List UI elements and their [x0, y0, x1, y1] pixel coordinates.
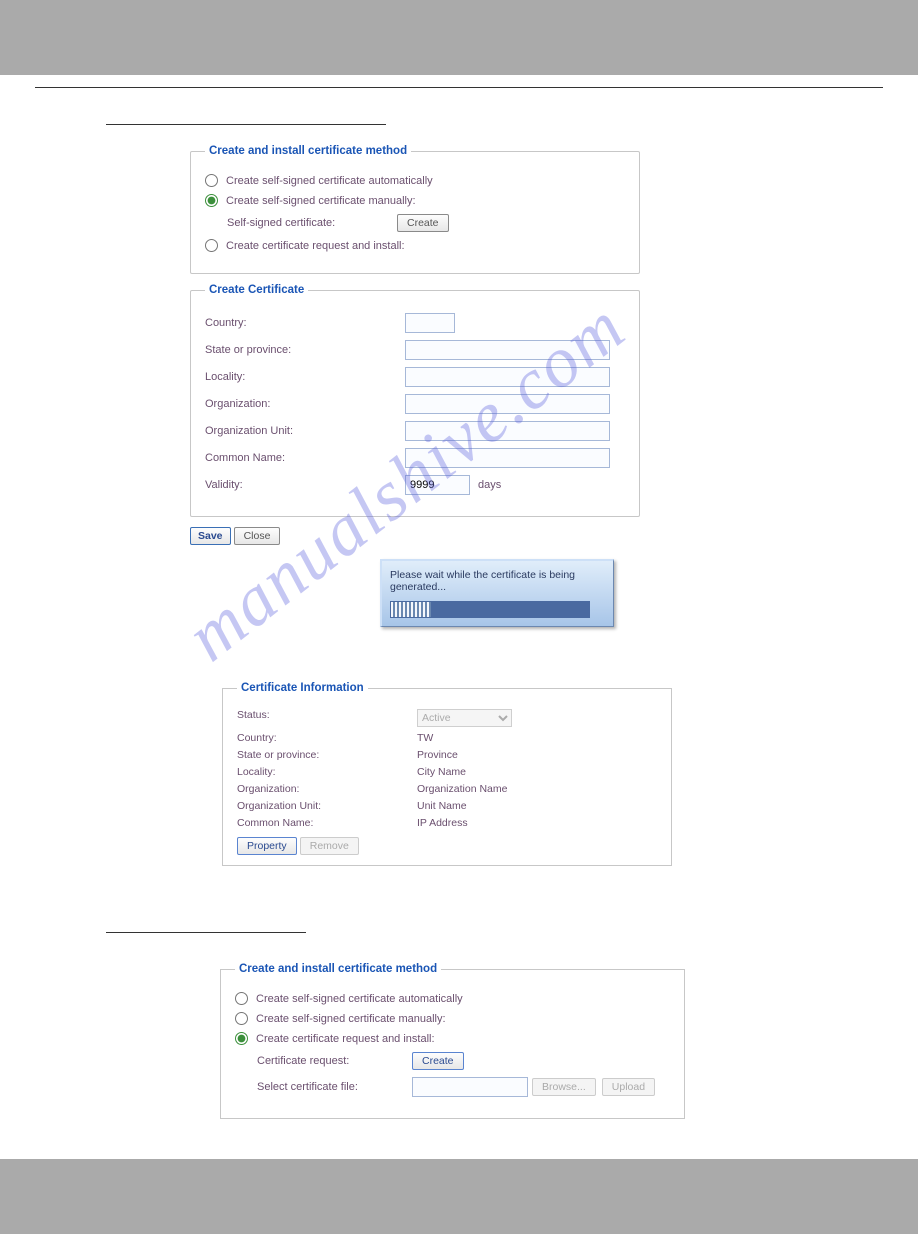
- validity-label: Validity:: [205, 479, 405, 491]
- radio-request-2-input[interactable]: [235, 1032, 248, 1045]
- radio-request-2[interactable]: Create certificate request and install:: [235, 1032, 670, 1045]
- info-org-label: Organization:: [237, 783, 417, 795]
- section-heading-underline: [106, 108, 386, 125]
- locality-label: Locality:: [205, 371, 405, 383]
- state-input[interactable]: [405, 340, 610, 360]
- remove-button: Remove: [300, 837, 359, 855]
- radio-auto[interactable]: Create self-signed certificate automatic…: [205, 174, 625, 187]
- status-label: Status:: [237, 709, 417, 727]
- country-label: Country:: [205, 317, 405, 329]
- info-country-value: TW: [417, 732, 433, 744]
- locality-input[interactable]: [405, 367, 610, 387]
- info-locality-value: City Name: [417, 766, 466, 778]
- info-orgunit-value: Unit Name: [417, 800, 467, 812]
- info-org-value: Organization Name: [417, 783, 507, 795]
- cert-request-row: Certificate request: Create: [257, 1052, 670, 1070]
- common-input[interactable]: [405, 448, 610, 468]
- radio-manual-2-input[interactable]: [235, 1012, 248, 1025]
- close-button[interactable]: Close: [234, 527, 281, 545]
- info-state-value: Province: [417, 749, 458, 761]
- progress-message: Please wait while the certificate is bei…: [390, 569, 605, 593]
- create-method-legend: Create and install certificate method: [205, 145, 411, 157]
- state-label: State or province:: [205, 344, 405, 356]
- info-orgunit-label: Organization Unit:: [237, 800, 417, 812]
- radio-auto-label: Create self-signed certificate automatic…: [226, 175, 433, 187]
- create-cert-legend: Create Certificate: [205, 284, 308, 296]
- progress-dialog: Please wait while the certificate is bei…: [380, 559, 614, 627]
- create-certificate-panel: Create Certificate Country: State or pro…: [190, 284, 640, 517]
- org-input[interactable]: [405, 394, 610, 414]
- file-path-input[interactable]: [412, 1077, 528, 1097]
- section-heading-underline-2: [106, 916, 306, 933]
- select-file-label: Select certificate file:: [257, 1081, 412, 1093]
- select-file-row: Select certificate file: Browse... Uploa…: [257, 1077, 670, 1097]
- create-button[interactable]: Create: [397, 214, 449, 232]
- header-bar: [0, 0, 918, 75]
- form-actions: Save Close: [190, 527, 818, 545]
- radio-request[interactable]: Create certificate request and install:: [205, 239, 625, 252]
- property-button[interactable]: Property: [237, 837, 297, 855]
- browse-button[interactable]: Browse...: [532, 1078, 596, 1096]
- radio-manual-2[interactable]: Create self-signed certificate manually:: [235, 1012, 670, 1025]
- status-select: Active: [417, 709, 512, 727]
- org-label: Organization:: [205, 398, 405, 410]
- radio-auto-input[interactable]: [205, 174, 218, 187]
- footer-bar: [0, 1159, 918, 1234]
- info-country-label: Country:: [237, 732, 417, 744]
- certificate-info-panel: Certificate Information Status: Active C…: [222, 682, 672, 866]
- radio-manual-input[interactable]: [205, 194, 218, 207]
- country-input[interactable]: [405, 313, 455, 333]
- self-signed-row: Self-signed certificate: Create: [227, 214, 625, 232]
- upload-button[interactable]: Upload: [602, 1078, 655, 1096]
- info-common-label: Common Name:: [237, 817, 417, 829]
- cert-request-label: Certificate request:: [257, 1055, 412, 1067]
- radio-manual-label: Create self-signed certificate manually:: [226, 195, 416, 207]
- radio-manual[interactable]: Create self-signed certificate manually:: [205, 194, 625, 207]
- create-request-button[interactable]: Create: [412, 1052, 464, 1070]
- common-label: Common Name:: [205, 452, 405, 464]
- save-button[interactable]: Save: [190, 527, 231, 545]
- days-label: days: [478, 479, 501, 491]
- radio-request-input[interactable]: [205, 239, 218, 252]
- self-signed-label: Self-signed certificate:: [227, 217, 397, 229]
- radio-auto-2-label: Create self-signed certificate automatic…: [256, 993, 463, 1005]
- validity-input[interactable]: [405, 475, 470, 495]
- progress-fill: [391, 602, 431, 617]
- cert-info-legend: Certificate Information: [237, 682, 368, 694]
- orgunit-input[interactable]: [405, 421, 610, 441]
- radio-request-2-label: Create certificate request and install:: [256, 1033, 435, 1045]
- radio-manual-2-label: Create self-signed certificate manually:: [256, 1013, 446, 1025]
- radio-auto-2[interactable]: Create self-signed certificate automatic…: [235, 992, 670, 1005]
- radio-request-label: Create certificate request and install:: [226, 240, 405, 252]
- progress-bar: [390, 601, 590, 618]
- orgunit-label: Organization Unit:: [205, 425, 405, 437]
- info-common-value: IP Address: [417, 817, 468, 829]
- info-locality-label: Locality:: [237, 766, 417, 778]
- create-method-panel-2: Create and install certificate method Cr…: [220, 963, 685, 1119]
- create-method-legend-2: Create and install certificate method: [235, 963, 441, 975]
- radio-auto-2-input[interactable]: [235, 992, 248, 1005]
- info-state-label: State or province:: [237, 749, 417, 761]
- create-method-panel: Create and install certificate method Cr…: [190, 145, 640, 274]
